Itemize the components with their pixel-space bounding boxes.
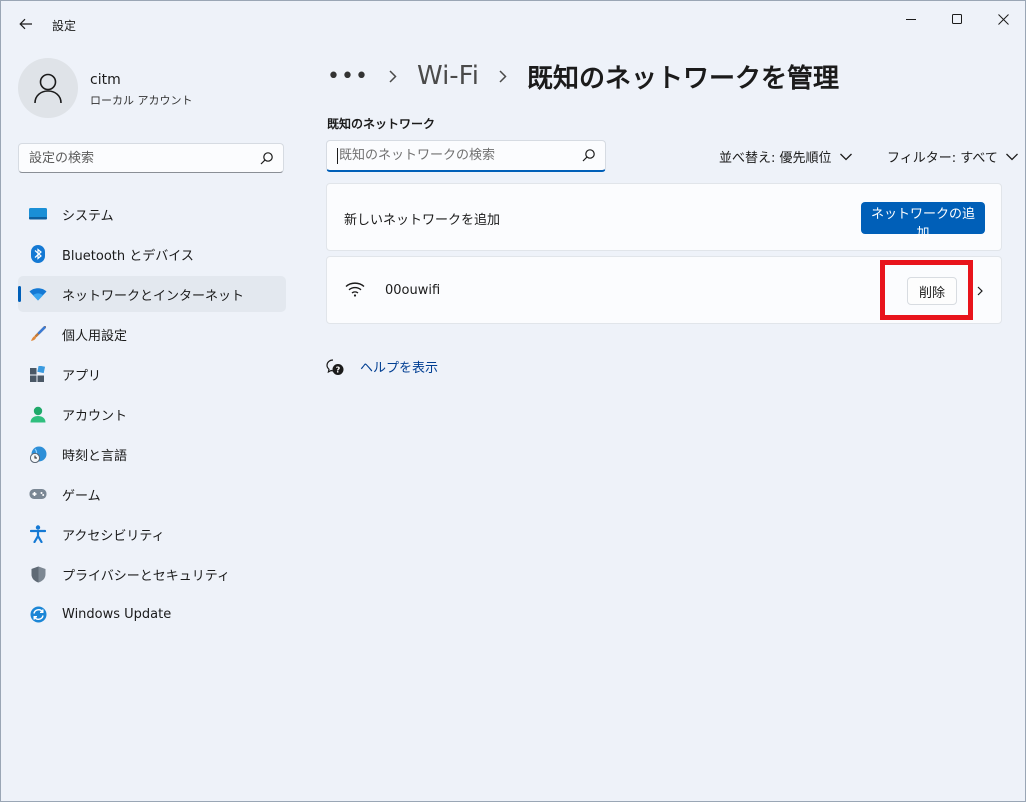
minimize-icon [906,19,916,20]
add-network-button[interactable]: ネットワークの追加 [861,202,985,241]
chevron-right-icon [977,286,983,296]
wifi-icon [29,285,47,303]
back-arrow-icon [19,18,32,30]
search-icon[interactable] [260,151,274,165]
sidebar-item-label: ゲーム [62,488,101,504]
settings-search-box [18,143,284,173]
sidebar-item-label: Bluetooth とデバイス [62,248,194,264]
settings-search-input[interactable] [29,144,199,172]
breadcrumb: ••• Wi-Fi 既知のネットワークを管理 [327,56,839,96]
close-icon [997,13,1009,25]
sidebar-item-system[interactable]: システム [18,196,286,232]
shield-icon [29,565,47,583]
svg-text:?: ? [336,365,341,374]
search-icon[interactable] [582,148,596,162]
filter-label: フィルター: すべて [887,151,998,166]
section-title: 既知のネットワーク [327,117,436,131]
add-network-card: 新しいネットワークを追加 ネットワークの追加 [326,183,1002,251]
clock-globe-icon [29,445,47,463]
help-link-label: ヘルプを表示 [360,361,439,376]
chevron-down-icon [1005,153,1018,160]
user-name: citm [90,72,121,88]
settings-window: 設定 citm ローカル アカウント 設定の検索 システム Bluetooth … [0,0,1026,802]
sidebar-item-bluetooth[interactable]: Bluetooth とデバイス [18,236,286,272]
sidebar-item-windows-update[interactable]: Windows Update [18,596,286,632]
delete-network-button[interactable]: 削除 [907,277,957,305]
sidebar-nav: システム Bluetooth とデバイス ネットワークとインターネット 個人用設… [18,196,286,636]
maximize-icon [952,14,962,24]
chevron-right-icon [381,68,405,84]
maximize-button[interactable] [934,5,980,33]
account-type: ローカル アカウント [90,94,193,107]
network-row[interactable]: 00ouwifi 削除 [326,256,1002,324]
sidebar-item-apps[interactable]: アプリ [18,356,286,392]
close-button[interactable] [980,5,1026,33]
sidebar-item-privacy[interactable]: プライバシーとセキュリティ [18,556,286,592]
sidebar-item-label: アカウント [62,408,128,424]
page-title: 既知のネットワークを管理 [526,63,839,94]
bluetooth-icon [29,245,47,263]
monitor-icon [29,205,47,223]
chevron-down-icon [839,153,852,160]
sidebar-item-network[interactable]: ネットワークとインターネット [18,276,286,312]
network-name: 00ouwifi [385,283,441,298]
network-search-input[interactable] [339,141,579,169]
sidebar-item-label: ネットワークとインターネット [62,288,245,304]
app-title: 設定 [52,19,77,33]
chevron-right-icon [491,68,515,84]
wifi-signal-icon [345,282,365,297]
sidebar-item-accounts[interactable]: アカウント [18,396,286,432]
network-search-box [326,140,606,172]
sort-dropdown[interactable]: 並べ替え: 優先順位 [719,147,853,166]
sidebar-item-gaming[interactable]: ゲーム [18,476,286,512]
sidebar-item-personalization[interactable]: 個人用設定 [18,316,286,352]
sidebar-item-label: Windows Update [62,606,172,622]
text-caret [337,148,338,164]
minimize-button[interactable] [888,5,934,33]
user-icon [34,73,62,104]
title-bar: 設定 [1,1,1025,45]
sidebar-item-label: 時刻と言語 [62,448,128,464]
back-button[interactable] [15,13,37,35]
breadcrumb-overflow-button[interactable]: ••• [327,64,369,89]
sidebar-item-label: アクセシビリティ [62,528,165,544]
accessibility-icon [29,525,47,543]
sort-label: 並べ替え: 優先順位 [719,151,832,166]
sync-icon [29,605,47,623]
sidebar-item-accessibility[interactable]: アクセシビリティ [18,516,286,552]
sidebar-item-label: プライバシーとセキュリティ [62,568,230,584]
person-icon [29,405,47,423]
gamepad-icon [29,485,47,503]
help-icon: ? [326,358,344,375]
sidebar-item-label: システム [62,208,114,224]
filter-dropdown[interactable]: フィルター: すべて [887,147,1019,166]
sidebar-item-label: 個人用設定 [62,328,128,344]
sidebar-item-label: アプリ [62,368,102,384]
help-link[interactable]: ? ヘルプを表示 [326,357,438,376]
avatar [18,58,78,118]
apps-icon [29,365,47,383]
add-network-label: 新しいネットワークを追加 [344,213,501,228]
breadcrumb-wifi-link[interactable]: Wi-Fi [417,61,479,91]
brush-icon [29,325,47,343]
sidebar-item-time-language[interactable]: 時刻と言語 [18,436,286,472]
